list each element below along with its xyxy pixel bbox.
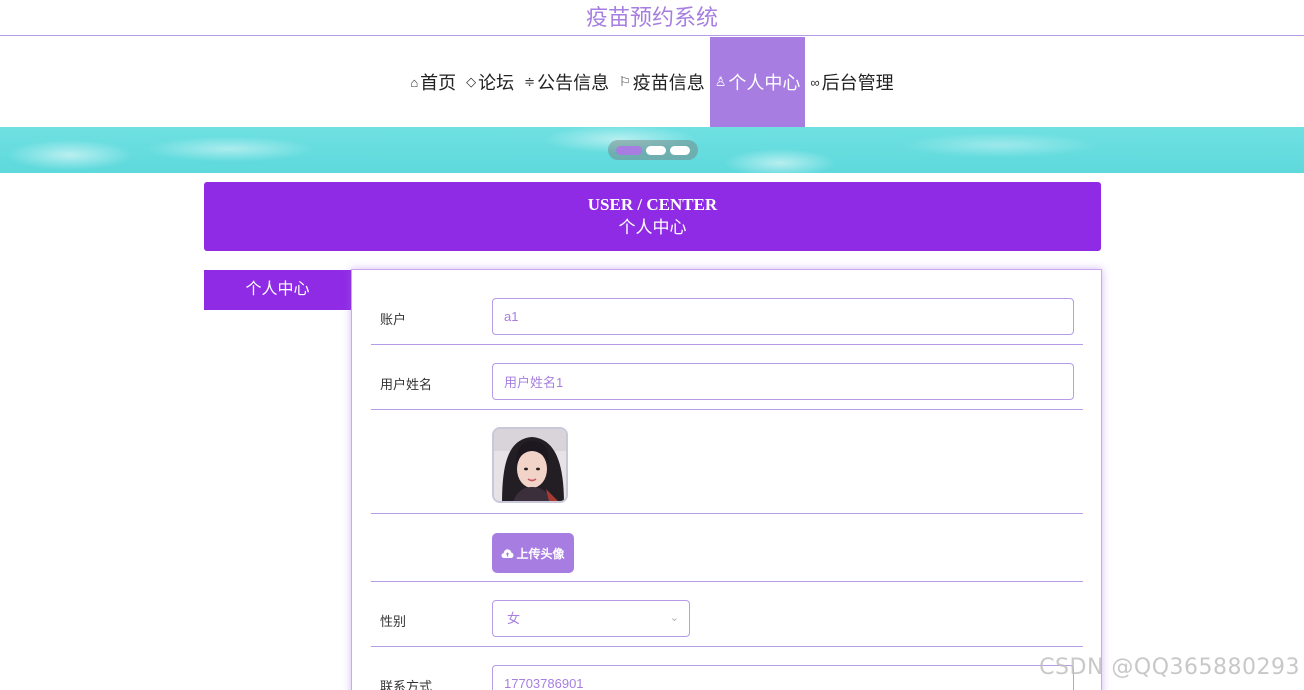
nav-item-admin[interactable]: ∞ 后台管理 <box>805 37 898 127</box>
avatar <box>492 427 568 503</box>
cloud-upload-icon <box>501 548 514 558</box>
tag-icon: ◇ <box>466 74 477 89</box>
link-icon: ∞ <box>810 74 820 90</box>
banner-carousel <box>0 127 1304 173</box>
nav-item-label: 后台管理 <box>821 73 894 93</box>
user-icon: ♙ <box>714 74 727 89</box>
contact-label: 联系方式 <box>380 679 433 690</box>
username-input[interactable] <box>492 363 1074 400</box>
form-row-account: 账户 <box>371 270 1083 345</box>
form-row-avatar <box>371 410 1083 514</box>
chevron-down-icon: ⌄ <box>669 612 679 624</box>
nav-item-user-center[interactable]: ♙ 个人中心 <box>709 37 806 127</box>
flag-icon: ⚐ <box>619 74 631 89</box>
account-label: 账户 <box>380 312 407 327</box>
form-row-upload: 上传头像 <box>371 514 1083 582</box>
site-title: 疫苗预约系统 <box>0 0 1304 36</box>
form-row-gender: 性别 女 ⌄ <box>371 582 1083 647</box>
contact-input[interactable] <box>492 665 1074 690</box>
nav-item-label: 个人中心 <box>728 73 801 93</box>
section-header: USER / CENTER 个人中心 <box>204 182 1101 251</box>
side-menu-item-user-center[interactable]: 个人中心 <box>204 270 351 310</box>
username-label: 用户姓名 <box>380 377 433 392</box>
nav-item-label: 首页 <box>420 73 457 93</box>
main-nav: ⌂ 首页 ◇ 论坛 ≑ 公告信息 ⚐ 疫苗信息 ♙ 个人中心 ∞ 后台管理 <box>0 37 1304 127</box>
nav-item-home[interactable]: ⌂ 首页 <box>405 37 461 127</box>
nav-item-forum[interactable]: ◇ 论坛 <box>461 37 519 127</box>
home-icon: ⌂ <box>410 74 419 90</box>
profile-form: 账户 用户姓名 <box>351 269 1102 690</box>
form-row-contact: 联系方式 <box>371 647 1083 690</box>
gender-select[interactable]: 女 ⌄ <box>492 600 690 637</box>
nav-item-label: 论坛 <box>478 73 515 93</box>
gender-selected-value: 女 <box>507 611 521 626</box>
sliders-icon: ≑ <box>524 74 536 89</box>
nav-item-label: 公告信息 <box>537 73 610 93</box>
carousel-dot-2[interactable] <box>646 145 666 155</box>
carousel-dot-3[interactable] <box>670 145 690 155</box>
upload-avatar-button[interactable]: 上传头像 <box>492 533 574 573</box>
nav-item-announcements[interactable]: ≑ 公告信息 <box>519 37 614 127</box>
gender-label: 性别 <box>380 614 407 629</box>
nav-item-label: 疫苗信息 <box>632 73 705 93</box>
carousel-indicators <box>608 140 698 160</box>
watermark: CSDN @QQ365880293 <box>1039 655 1300 680</box>
carousel-dot-1[interactable] <box>616 145 642 155</box>
section-title-en: USER / CENTER <box>587 195 718 214</box>
form-row-username: 用户姓名 <box>371 345 1083 410</box>
avatar-portrait <box>494 429 566 501</box>
upload-avatar-label: 上传头像 <box>516 546 565 561</box>
account-input[interactable] <box>492 298 1074 335</box>
nav-item-vaccines[interactable]: ⚐ 疫苗信息 <box>614 37 710 127</box>
section-title-zh: 个人中心 <box>618 218 687 237</box>
